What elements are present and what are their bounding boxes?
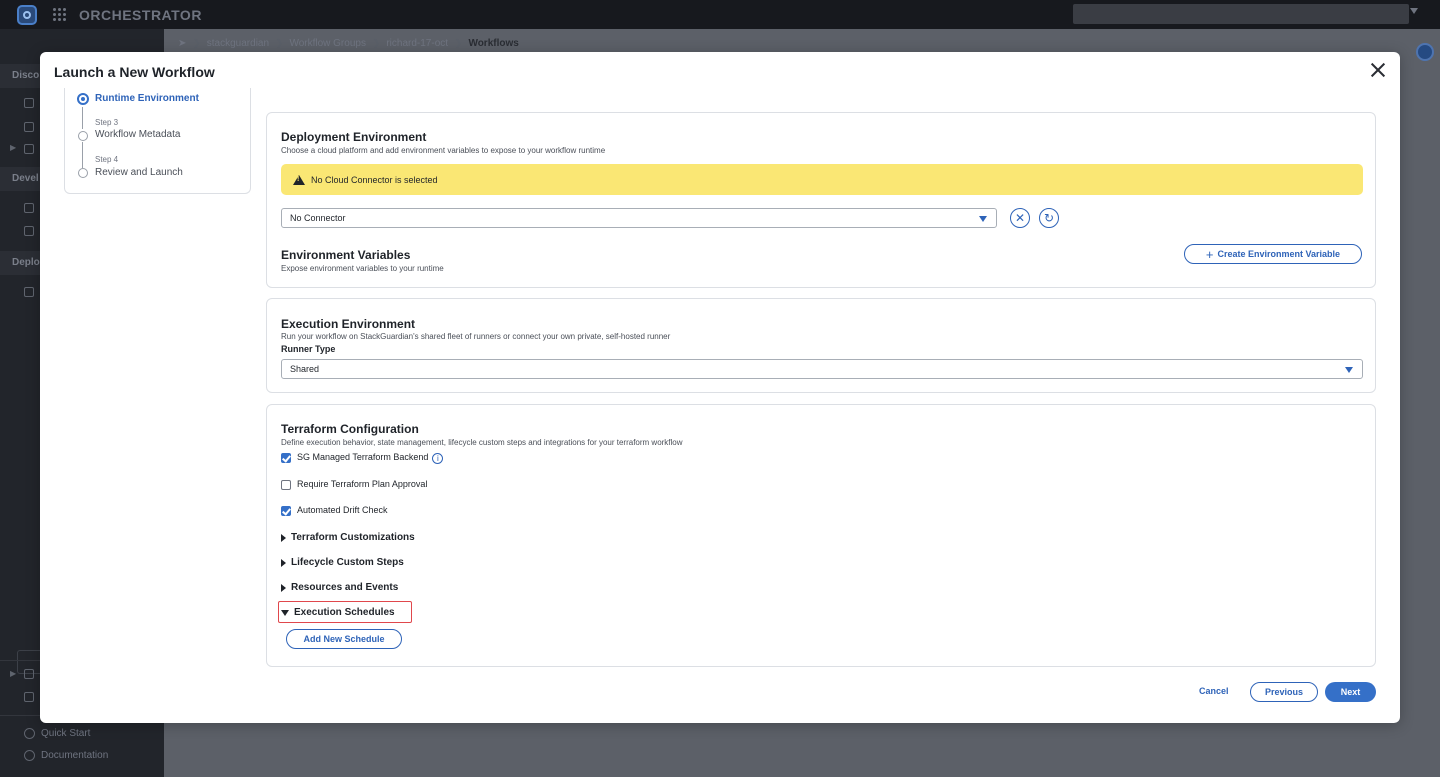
execution-title: Execution Environment	[281, 317, 416, 331]
plus-icon: +	[1205, 246, 1214, 262]
app-grid-icon[interactable]	[53, 7, 67, 22]
sg-managed-backend-checkbox[interactable]	[281, 453, 291, 463]
terraform-subtitle: Define execution behavior, state managem…	[281, 438, 683, 447]
sidebar-expand-icon[interactable]: ▶	[10, 143, 16, 152]
app-logo-icon[interactable]	[17, 4, 37, 25]
deployment-title: Deployment Environment	[281, 130, 427, 144]
env-variables-subtitle: Expose environment variables to your run…	[281, 264, 444, 273]
rocket-icon: ➤	[178, 38, 187, 49]
settings-icon[interactable]	[24, 692, 34, 702]
info-icon[interactable]: i	[432, 453, 444, 464]
info-icon[interactable]	[1416, 43, 1434, 61]
modal-title: Launch a New Workflow	[54, 64, 215, 80]
terraform-configuration-card: Terraform Configuration Define execution…	[266, 404, 1376, 667]
require-plan-approval-checkbox[interactable]	[281, 480, 291, 490]
sidebar-item-icon[interactable]	[24, 122, 34, 132]
deployment-environment-card: Deployment Environment Choose a cloud pl…	[266, 112, 1376, 288]
user-menu-caret-icon[interactable]	[1410, 8, 1418, 14]
automated-drift-check-label: Automated Drift Check	[297, 505, 388, 515]
caret-right-icon	[281, 533, 286, 542]
top-bar: ORCHESTRATOR	[0, 0, 1440, 29]
step-current-icon[interactable]	[77, 93, 89, 105]
sidebar-item-icon[interactable]	[24, 226, 34, 236]
expander-execution-schedules[interactable]: Execution Schedules	[281, 607, 395, 618]
user-menu[interactable]	[1073, 4, 1409, 24]
execution-subtitle: Run your workflow on StackGuardian's sha…	[281, 332, 671, 341]
cancel-button[interactable]: Cancel	[1199, 686, 1229, 696]
step-pending-icon[interactable]	[78, 131, 88, 141]
app-title: ORCHESTRATOR	[79, 6, 202, 23]
launch-workflow-modal: Launch a New Workflow Runtime Environmen…	[40, 52, 1400, 723]
step-pending-icon[interactable]	[78, 168, 88, 178]
clear-connector-button[interactable]: ✕	[1010, 208, 1030, 228]
terraform-title: Terraform Configuration	[281, 422, 419, 436]
refresh-icon: ↻	[1043, 211, 1055, 225]
require-plan-approval-label: Require Terraform Plan Approval	[297, 479, 428, 489]
refresh-connector-button[interactable]: ↻	[1039, 208, 1059, 228]
step-number: Step 3	[95, 118, 119, 127]
breadcrumb-current: Workflows	[468, 38, 519, 49]
breadcrumb-org[interactable]: stackguardian	[207, 38, 269, 49]
sidebar-item-icon[interactable]	[24, 669, 34, 679]
runner-type-label: Runner Type	[281, 344, 336, 354]
warning-text: No Cloud Connector is selected	[311, 174, 438, 185]
runner-type-value: Shared	[290, 364, 320, 374]
caret-right-icon	[281, 583, 286, 592]
sidebar-expand-icon[interactable]: ▶	[10, 669, 16, 678]
book-icon	[24, 750, 35, 761]
env-variables-title: Environment Variables	[281, 248, 411, 262]
step-number: Step 4	[95, 155, 119, 164]
sidebar-item-icon[interactable]	[24, 98, 34, 108]
caret-right-icon	[281, 558, 286, 567]
sidebar-item-icon[interactable]	[24, 203, 34, 213]
warning-icon	[293, 174, 305, 185]
sg-managed-backend-label: SG Managed Terraform Backend i	[297, 452, 444, 464]
step-runtime-environment[interactable]: Runtime Environment	[95, 93, 199, 104]
clear-icon: ✕	[1014, 211, 1026, 225]
close-icon[interactable]	[1370, 62, 1386, 78]
clock-icon	[24, 728, 35, 739]
sidebar-item-icon[interactable]	[24, 144, 34, 154]
add-new-schedule-button[interactable]: Add New Schedule	[286, 629, 402, 649]
caret-down-icon	[281, 609, 289, 616]
sidebar-item-icon[interactable]	[24, 287, 34, 297]
step-review-and-launch[interactable]: Review and Launch	[95, 167, 183, 178]
next-button[interactable]: Next	[1325, 682, 1376, 702]
expander-resources-and-events[interactable]: Resources and Events	[281, 582, 398, 593]
connector-select[interactable]: No Connector	[281, 208, 997, 228]
no-connector-warning: No Cloud Connector is selected	[281, 164, 1363, 195]
workflow-stepper: Runtime Environment Step 3 Workflow Meta…	[64, 88, 251, 194]
chevron-down-icon	[1345, 367, 1353, 373]
runner-type-select[interactable]: Shared	[281, 359, 1363, 379]
execution-environment-card: Execution Environment Run your workflow …	[266, 298, 1376, 393]
previous-button[interactable]: Previous	[1250, 682, 1318, 702]
automated-drift-check-checkbox[interactable]	[281, 506, 291, 516]
breadcrumb-group[interactable]: richard-17-oct	[386, 38, 448, 49]
expander-lifecycle-custom-steps[interactable]: Lifecycle Custom Steps	[281, 557, 404, 568]
connector-select-value: No Connector	[290, 213, 346, 223]
chevron-down-icon	[979, 216, 987, 222]
create-env-variable-button[interactable]: + Create Environment Variable	[1184, 244, 1362, 264]
sidebar-link-documentation[interactable]: Documentation	[24, 750, 108, 761]
sidebar-link-quick-start[interactable]: Quick Start	[24, 728, 90, 739]
expander-terraform-customizations[interactable]: Terraform Customizations	[281, 532, 415, 543]
breadcrumb-workflow-groups[interactable]: Workflow Groups	[289, 38, 366, 49]
deployment-subtitle: Choose a cloud platform and add environm…	[281, 146, 606, 155]
breadcrumb: ➤ ❯ stackguardian ❯ Workflow Groups ❯ ri…	[178, 38, 519, 49]
step-workflow-metadata[interactable]: Workflow Metadata	[95, 129, 180, 140]
